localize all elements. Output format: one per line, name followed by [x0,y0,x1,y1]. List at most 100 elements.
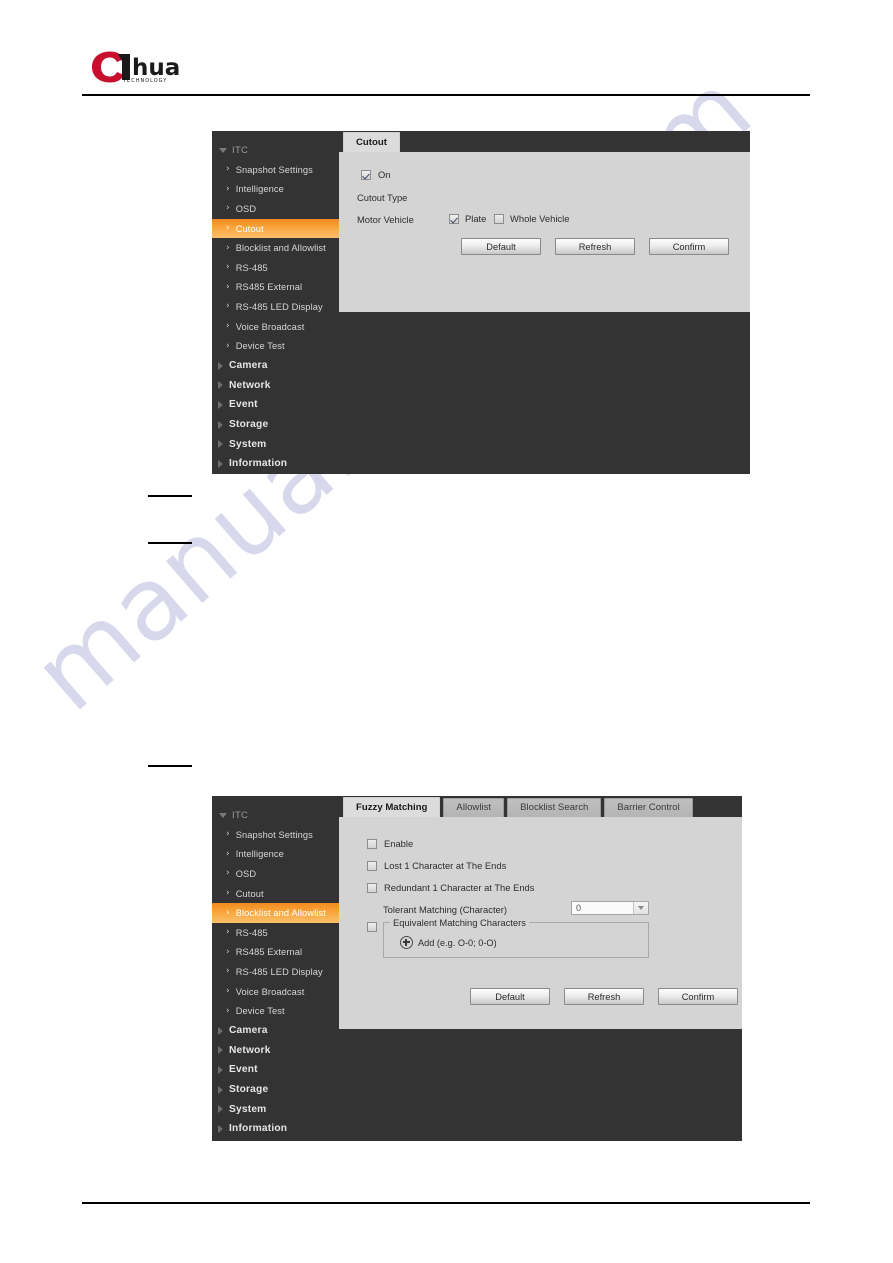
sidebar-item-cutout[interactable]: › Cutout [212,884,339,904]
equivalent-matching-checkbox[interactable] [367,922,377,932]
sidebar-fuzzy: ITC › Snapshot Settings › Intelligence ›… [212,796,339,1141]
tab-blocklist-search[interactable]: Blocklist Search [507,798,602,817]
sidebar-item-intelligence[interactable]: › Intelligence [212,180,339,200]
sidebar-item-osd[interactable]: › OSD [212,864,339,884]
chevron-right-icon: › [226,907,230,918]
tabbar-fuzzy: Fuzzy Matching Allowlist Blocklist Searc… [339,796,742,817]
chevron-down-icon [219,813,227,818]
chevron-right-icon: › [226,203,230,214]
sidebar-group-label: System [229,1103,267,1115]
plate-label: Plate [465,213,487,224]
button-row-cutout: Default Refresh Confirm [461,238,729,255]
sidebar-group-system[interactable]: System [212,1099,339,1119]
chevron-right-icon: › [226,927,230,938]
sidebar-group-information[interactable]: Information [212,1119,339,1139]
sidebar-item-rs485-external[interactable]: › RS485 External [212,943,339,963]
redundant-character-row: Redundant 1 Character at The Ends [367,882,534,893]
sidebar-group-storage[interactable]: Storage [212,1080,339,1100]
chevron-right-icon: › [226,281,230,292]
plate-checkbox[interactable] [449,213,459,224]
sidebar-group-event[interactable]: Event [212,395,339,415]
chevron-right-icon: › [226,848,230,859]
sidebar-item-snapshot-settings[interactable]: › Snapshot Settings [212,825,339,845]
plus-icon [400,936,413,949]
sidebar-item-rs485-external[interactable]: › RS485 External [212,278,339,298]
sidebar-item-device-test[interactable]: › Device Test [212,336,339,356]
sidebar-group-system[interactable]: System [212,434,339,454]
chevron-right-icon [218,381,223,390]
sidebar-item-device-test[interactable]: › Device Test [212,1001,339,1021]
sidebar-group-network[interactable]: Network [212,1041,339,1061]
on-checkbox[interactable] [361,169,371,180]
svg-text:hua: hua [132,55,180,81]
sidebar-item-label: OSD [235,868,257,879]
sidebar-group-camera[interactable]: Camera [212,356,339,376]
sidebar-item-label: Blocklist and Allowlist [235,243,326,254]
refresh-button[interactable]: Refresh [564,988,644,1005]
dahua-logo: hua TECHNOLOGY [88,50,198,84]
enable-row: Enable [367,838,413,849]
sidebar-item-rs485-led-display[interactable]: › RS-485 LED Display [212,297,339,317]
tab-cutout[interactable]: Cutout [343,132,400,152]
chevron-right-icon: › [226,164,230,175]
sidebar-item-voice-broadcast[interactable]: › Voice Broadcast [212,317,339,337]
sidebar-group-camera[interactable]: Camera [212,1021,339,1041]
add-equivalent-characters-button[interactable]: Add (e.g. O-0; 0-O) [400,936,497,949]
enable-checkbox[interactable] [367,838,377,849]
content-pane-fuzzy: Enable Lost 1 Character at The Ends Redu… [339,817,742,1029]
chevron-right-icon: › [226,223,230,234]
sidebar-item-snapshot-settings[interactable]: › Snapshot Settings [212,160,339,180]
sidebar-group-network[interactable]: Network [212,376,339,396]
sidebar-item-cutout[interactable]: › Cutout [212,218,339,239]
refresh-button[interactable]: Refresh [555,238,635,255]
tolerant-matching-select[interactable]: 0 [571,901,649,915]
sidebar-item-blocklist-and-allowlist[interactable]: › Blocklist and Allowlist [212,903,339,923]
sidebar-root-itc[interactable]: ITC [212,141,339,160]
header-divider [82,94,810,96]
redundant-character-checkbox[interactable] [367,882,377,893]
sidebar-group-information[interactable]: Information [212,454,339,474]
default-button[interactable]: Default [470,988,550,1005]
confirm-button[interactable]: Confirm [649,238,729,255]
sidebar-item-rs485-led-display[interactable]: › RS-485 LED Display [212,962,339,982]
sidebar-item-label: Cutout [235,223,264,234]
sidebar-item-rs485[interactable]: › RS-485 [212,258,339,278]
sidebar-group-label: Event [229,1064,258,1076]
sidebar-item-intelligence[interactable]: › Intelligence [212,845,339,865]
sidebar-item-label: Device Test [235,341,285,352]
add-label: Add (e.g. O-0; 0-O) [418,937,497,948]
chevron-right-icon [218,400,223,409]
button-row-fuzzy: Default Refresh Confirm [470,988,738,1005]
confirm-button[interactable]: Confirm [658,988,738,1005]
lost-character-label: Lost 1 Character at The Ends [384,860,507,871]
redundant-character-label: Redundant 1 Character at The Ends [384,882,535,893]
chevron-right-icon [218,420,223,429]
sidebar-group-label: Information [229,1123,288,1135]
equivalent-matching-fieldset: Equivalent Matching Characters Add (e.g.… [383,917,649,958]
tab-allowlist[interactable]: Allowlist [443,798,505,817]
whole-vehicle-checkbox[interactable] [494,213,504,224]
lost-character-checkbox[interactable] [367,860,377,871]
tab-barrier-control[interactable]: Barrier Control [604,798,693,817]
chevron-down-icon[interactable] [633,902,648,914]
sidebar-item-label: OSD [235,203,257,214]
sidebar-item-label: Blocklist and Allowlist [235,908,326,919]
sidebar-item-osd[interactable]: › OSD [212,199,339,219]
redacted-line-3 [148,765,192,767]
chevron-right-icon: › [226,242,230,253]
motor-vehicle-label: Motor Vehicle [357,214,414,225]
footer-divider [82,1202,810,1204]
sidebar-group-storage[interactable]: Storage [212,415,339,435]
sidebar-group-event[interactable]: Event [212,1060,339,1080]
tab-fuzzy-matching[interactable]: Fuzzy Matching [343,797,441,817]
sidebar-item-rs485[interactable]: › RS-485 [212,923,339,943]
chevron-right-icon: › [226,946,230,957]
chevron-right-icon [218,1124,223,1133]
sidebar-root-itc[interactable]: ITC [212,806,339,825]
sidebar-item-label: Cutout [235,888,264,899]
sidebar-group-label: Network [229,379,271,391]
sidebar-item-blocklist-and-allowlist[interactable]: › Blocklist and Allowlist [212,238,339,258]
chevron-right-icon [218,1046,223,1055]
sidebar-item-voice-broadcast[interactable]: › Voice Broadcast [212,982,339,1002]
default-button[interactable]: Default [461,238,541,255]
